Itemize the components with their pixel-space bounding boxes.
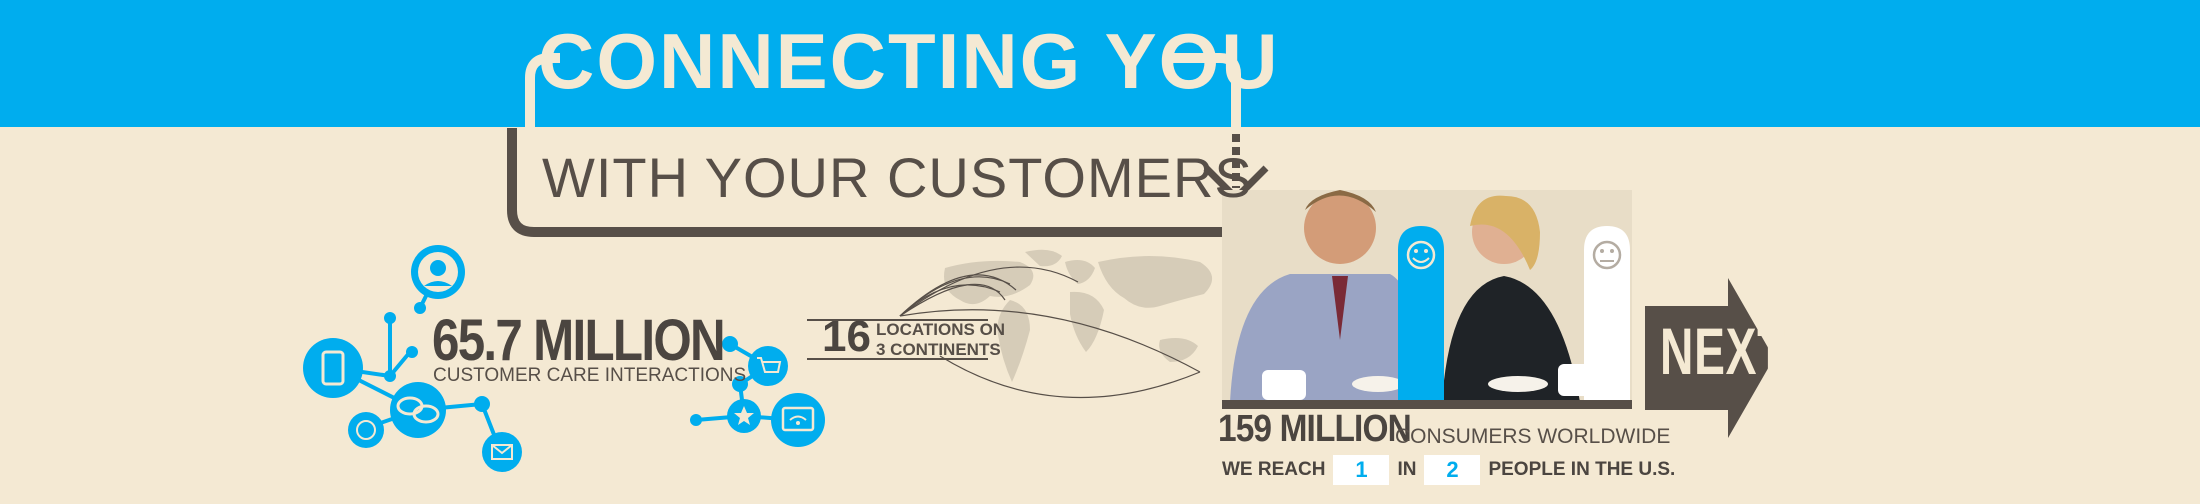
subhead: WITH YOUR CUSTOMERS xyxy=(542,146,1253,209)
reach-denominator: 2 xyxy=(1424,455,1481,485)
smiley-icon xyxy=(348,412,384,448)
star-icon xyxy=(727,399,761,433)
happy-bar xyxy=(1398,226,1444,402)
reach-middle: IN xyxy=(1397,459,1417,480)
next-button-label[interactable]: NEXT xyxy=(1660,318,1786,384)
reach-prefix: WE REACH xyxy=(1222,459,1326,480)
reach-suffix: PEOPLE IN THE U.S. xyxy=(1488,459,1676,480)
world-map xyxy=(944,249,1213,382)
neutral-bar xyxy=(1584,226,1630,402)
locations-value: 16 xyxy=(822,312,871,361)
locations-label-line1: LOCATIONS ON xyxy=(876,320,1006,339)
cart-icon xyxy=(748,346,788,386)
consumers-value: 159 MILLION xyxy=(1218,408,1412,450)
consumers-label: CONSUMERS WORLDWIDE xyxy=(1395,425,1671,448)
phone-icon xyxy=(303,338,363,398)
interactions-value: 65.7 MILLION xyxy=(432,308,726,373)
wifi-icon xyxy=(771,393,825,447)
interactions-label: CUSTOMER CARE INTERACTIONS xyxy=(433,365,747,386)
mail-icon xyxy=(482,432,522,472)
reach-row: WE REACH 1 IN 2 PEOPLE IN THE U.S. xyxy=(1222,454,1675,486)
headset-icon xyxy=(411,245,465,299)
headline: CONNECTING YOU xyxy=(538,17,1280,105)
reach-numerator: 1 xyxy=(1333,455,1390,485)
chat-icon xyxy=(390,382,446,438)
locations-label-line2: 3 CONTINENTS xyxy=(876,340,1001,359)
